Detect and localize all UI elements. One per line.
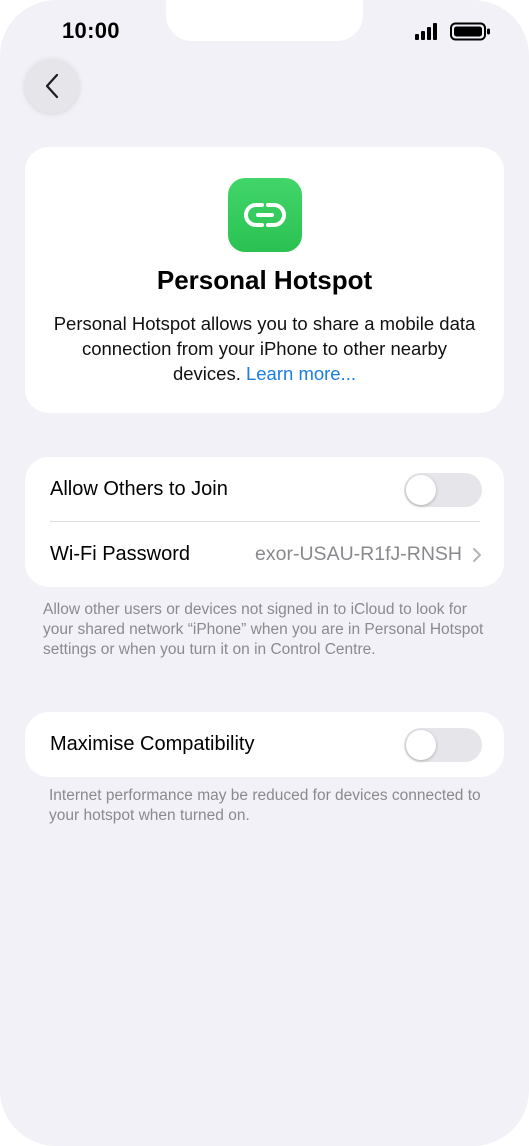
phone-screen: 10:00 Personal Hotspot Personal Hotspot … <box>0 0 529 1146</box>
allow-others-row: Allow Others to Join <box>25 457 504 522</box>
maximise-compatibility-toggle[interactable] <box>404 727 482 762</box>
compatibility-footnote: Internet performance may be reduced for … <box>49 787 481 824</box>
notch <box>166 0 363 41</box>
allow-others-toggle[interactable] <box>404 472 482 507</box>
battery-icon <box>450 22 490 41</box>
hotspot-info-card: Personal Hotspot Personal Hotspot allows… <box>25 147 504 413</box>
chevron-left-icon <box>45 73 59 99</box>
status-time: 10:00 <box>62 18 120 43</box>
chevron-right-icon <box>473 547 481 562</box>
wifi-password-label: Wi-Fi Password <box>50 543 191 565</box>
compatibility-group: Maximise Compatibility <box>25 712 504 777</box>
back-button[interactable] <box>25 59 79 113</box>
wifi-password-value: exor-USAU-R1fJ-RNSH <box>255 543 462 565</box>
toggle-knob <box>406 729 436 760</box>
allow-others-label: Allow Others to Join <box>50 478 228 500</box>
hotspot-settings-group: Allow Others to Join Wi-Fi Password exor… <box>25 457 504 587</box>
hotspot-description: Personal Hotspot allows you to share a m… <box>49 311 480 386</box>
status-icons <box>415 22 490 41</box>
signal-icon <box>415 23 437 40</box>
allow-others-footnote: Allow other users or devices not signed … <box>43 601 484 658</box>
toggle-knob <box>406 474 436 505</box>
maximise-compatibility-label: Maximise Compatibility <box>50 733 255 755</box>
wifi-password-row[interactable]: Wi-Fi Password exor-USAU-R1fJ-RNSH <box>25 522 504 587</box>
page-title: Personal Hotspot <box>156 265 373 295</box>
maximise-compatibility-row: Maximise Compatibility <box>25 712 504 777</box>
link-chain-icon <box>228 178 302 252</box>
learn-more-link[interactable]: Learn more... <box>246 363 356 384</box>
